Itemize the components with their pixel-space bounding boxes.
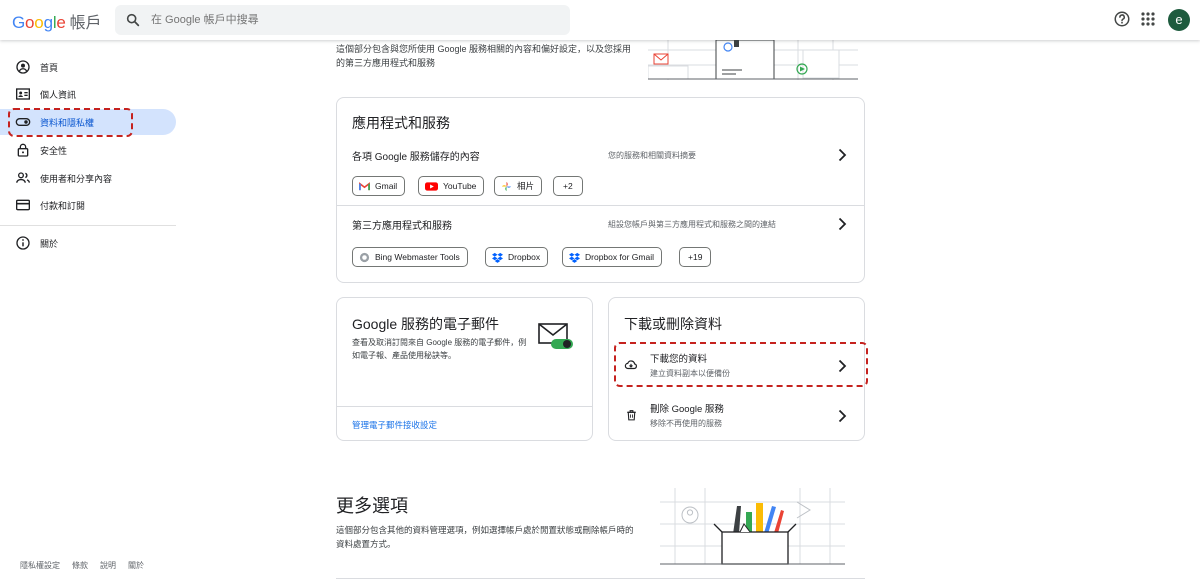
- row-description: 組設您帳戶與第三方應用程式和服務之間的連結: [608, 220, 776, 229]
- highlight-annotation: [614, 342, 868, 387]
- search-input[interactable]: [151, 5, 551, 35]
- card-body-text: 查看及取消訂閱來自 Google 服務的電子郵件，例如電子報、產品使用秘訣等。: [352, 338, 527, 360]
- gmail-icon: [359, 181, 370, 190]
- divider: [337, 205, 864, 206]
- chevron-right-icon: [838, 409, 847, 423]
- chip-dropbox[interactable]: Dropbox: [485, 247, 549, 267]
- chevron-right-icon: [838, 148, 847, 162]
- chip-youtube[interactable]: YouTube: [418, 176, 485, 196]
- chevron-right-icon: [838, 217, 847, 231]
- search-box[interactable]: [115, 5, 570, 35]
- divider: [337, 406, 592, 407]
- email-toggle-illustration: [538, 323, 573, 349]
- top-bar: Google帳戶 e: [0, 0, 1200, 40]
- chip-dropbox-gmail[interactable]: Dropbox for Gmail: [562, 247, 662, 267]
- google-email-card: Google 服務的電子郵件 查看及取消訂閱來自 Google 服務的電子郵件，…: [336, 297, 593, 441]
- section-intro-text: 這個部分包含與您所使用 Google 服務相關的內容和偏好設定，以及您採用的第三…: [336, 44, 632, 68]
- google-content-row[interactable]: 各項 Google 服務儲存的內容 您的服務和相關資料摘要: [337, 140, 864, 170]
- dropbox-icon: [492, 252, 503, 263]
- youtube-icon: [425, 181, 438, 191]
- help-icon[interactable]: [1113, 10, 1131, 28]
- row-description: 移除不再使用的服務: [650, 419, 722, 428]
- row-title: 第三方應用程式和服務: [352, 221, 452, 232]
- delete-service-row[interactable]: 刪除 Google 服務 移除不再使用的服務: [609, 394, 864, 436]
- row-description: 您的服務和相關資料摘要: [608, 151, 696, 160]
- google-account-logo[interactable]: Google 帳戶: [12, 9, 101, 33]
- chip-gmail[interactable]: Gmail: [352, 176, 406, 196]
- more-options-text: 這個部分包含其他的資料管理選項，例如選擇帳戶處於閒置狀態或刪除帳戶時的資料處置方…: [336, 525, 634, 549]
- third-party-row[interactable]: 第三方應用程式和服務 組設您帳戶與第三方應用程式和服務之間的連結: [337, 209, 864, 239]
- trash-icon: [627, 410, 636, 421]
- chip-more-third-party[interactable]: +19: [679, 247, 712, 267]
- chip-photos[interactable]: 相片: [494, 176, 543, 196]
- row-title: 各項 Google 服務儲存的內容: [352, 152, 480, 163]
- chip-more-google[interactable]: +2: [553, 176, 583, 196]
- search-icon[interactable]: [125, 12, 141, 28]
- tools-box-illustration: [660, 488, 845, 565]
- row-title: 刪除 Google 服務: [650, 404, 724, 415]
- avatar[interactable]: e: [1168, 9, 1190, 31]
- apps-grid-icon[interactable]: [1141, 12, 1155, 26]
- card-title: 下載或刪除資料: [624, 316, 722, 332]
- bing-icon: [359, 252, 370, 262]
- data-illustration: [648, 40, 858, 80]
- google-photos-icon: [501, 181, 512, 191]
- chip-bing-webmaster[interactable]: Bing Webmaster Tools: [352, 247, 468, 267]
- divider: [336, 578, 865, 579]
- apps-services-card: 應用程式和服務 各項 Google 服務儲存的內容 您的服務和相關資料摘要 Gm…: [336, 97, 865, 283]
- manage-email-settings-link[interactable]: 管理電子郵件接收設定: [352, 419, 437, 431]
- main-content: 這個部分包含與您所使用 Google 服務相關的內容和偏好設定，以及您採用的第三…: [0, 40, 1200, 580]
- card-title: 應用程式和服務: [352, 115, 450, 131]
- card-title: Google 服務的電子郵件: [352, 316, 500, 332]
- more-options-title: 更多選項: [336, 496, 408, 516]
- dropbox-icon: [569, 252, 580, 263]
- account-label: 帳戶: [69, 15, 102, 32]
